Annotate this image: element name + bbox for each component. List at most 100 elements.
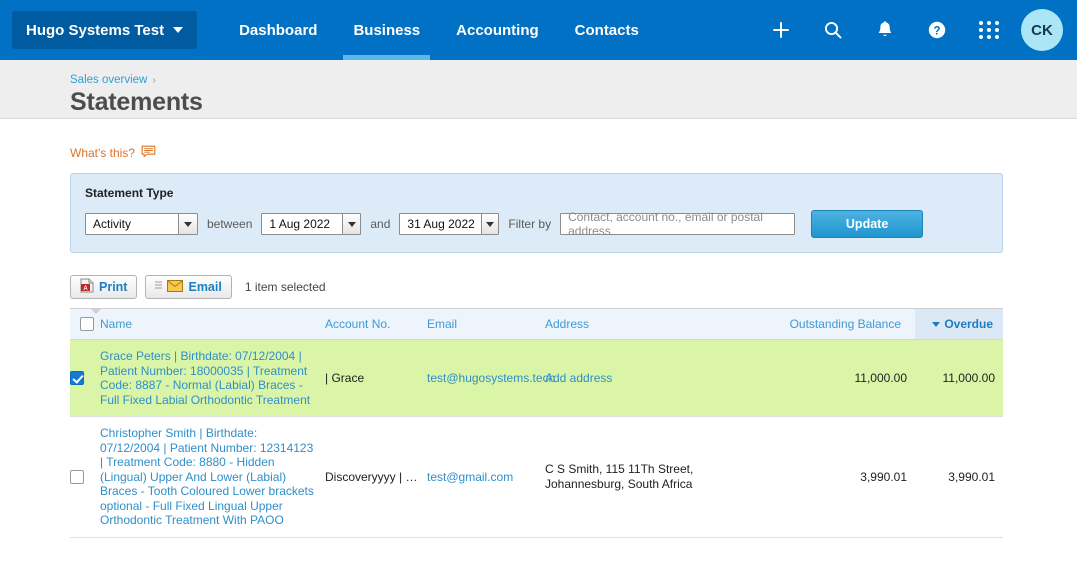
email-label: Email: [188, 280, 221, 294]
whats-this-label: What's this?: [70, 146, 135, 160]
breadcrumb: Sales overview ›: [70, 74, 1077, 86]
cell-email: test@hugosystems.tech: [427, 340, 545, 417]
help-icon[interactable]: ?: [911, 0, 963, 60]
cell-outstanding-balance: 3,990.01: [767, 417, 915, 538]
selection-status: 1 item selected: [245, 280, 326, 294]
search-icon[interactable]: [807, 0, 859, 60]
column-header-email[interactable]: Email: [427, 309, 545, 340]
filter-panel-title: Statement Type: [85, 186, 988, 200]
table-body: Grace Peters | Birthdate: 07/12/2004 | P…: [70, 340, 1003, 538]
nav-label: Business: [353, 22, 420, 39]
column-header-overdue[interactable]: Overdue: [915, 309, 1003, 340]
date-from-select[interactable]: 1 Aug 2022: [261, 213, 361, 235]
email-link[interactable]: test@hugosystems.tech: [427, 371, 555, 385]
column-header-outstanding-balance[interactable]: Outstanding Balance: [767, 309, 915, 340]
table-header-row: Name Account No. Email Address Outstandi…: [70, 309, 1003, 340]
cell-overdue: 3,990.01: [915, 417, 1003, 538]
cell-address: C S Smith, 115 11Th Street, Johannesburg…: [545, 417, 767, 538]
chevron-down-icon[interactable]: [481, 214, 498, 234]
column-label: Email: [427, 317, 457, 331]
row-select-cell: [70, 417, 100, 538]
whats-this-link[interactable]: What's this?: [70, 145, 1077, 161]
list-lines-icon: [155, 280, 162, 295]
row-checkbox[interactable]: [70, 470, 84, 484]
email-button[interactable]: Email: [145, 275, 231, 299]
column-label: Name: [100, 317, 132, 331]
nav-link-contacts[interactable]: Contacts: [557, 0, 657, 60]
date-from-value: 1 Aug 2022: [262, 214, 341, 234]
date-to-select[interactable]: 31 Aug 2022: [399, 213, 499, 235]
svg-text:?: ?: [933, 25, 940, 37]
cell-account-no: Discoveryyyy | 12345...: [325, 417, 427, 538]
sort-desc-icon: [932, 322, 940, 327]
chevron-down-icon: [173, 27, 183, 33]
cell-overdue: 11,000.00: [915, 340, 1003, 417]
email-link[interactable]: test@gmail.com: [427, 470, 513, 484]
filter-search-placeholder: Contact, account no., email or postal ad…: [568, 210, 787, 238]
cell-outstanding-balance: 11,000.00: [767, 340, 915, 417]
date-to-value: 31 Aug 2022: [400, 214, 481, 234]
table-row[interactable]: Grace Peters | Birthdate: 07/12/2004 | P…: [70, 340, 1003, 417]
statements-table: Name Account No. Email Address Outstandi…: [70, 309, 1003, 538]
breadcrumb-separator: ›: [153, 75, 156, 86]
filter-controls-row: Activity between 1 Aug 2022 and 31 Aug 2…: [85, 210, 988, 238]
org-name-label: Hugo Systems Test: [26, 22, 164, 39]
avatar-initials: CK: [1031, 22, 1053, 39]
statement-filter-panel: Statement Type Activity between 1 Aug 20…: [70, 173, 1003, 253]
pdf-icon: A: [80, 278, 94, 296]
nav-link-dashboard[interactable]: Dashboard: [221, 0, 335, 60]
svg-text:A: A: [83, 286, 88, 292]
bell-icon[interactable]: [859, 0, 911, 60]
add-address-link[interactable]: Add address: [545, 371, 612, 385]
row-checkbox[interactable]: [70, 371, 84, 385]
cell-email: test@gmail.com: [427, 417, 545, 538]
print-button[interactable]: A Print: [70, 275, 137, 299]
avatar[interactable]: CK: [1021, 9, 1063, 51]
chevron-down-icon[interactable]: [342, 214, 361, 234]
filter-by-label: Filter by: [508, 217, 551, 231]
cell-account-no: | Grace: [325, 340, 427, 417]
nav-label: Contacts: [575, 22, 639, 39]
navbar-actions: ? CK: [755, 0, 1063, 60]
cell-name: Christopher Smith | Birthdate: 07/12/200…: [100, 417, 325, 538]
statement-type-value: Activity: [86, 214, 178, 234]
contact-name-link[interactable]: Christopher Smith | Birthdate: 07/12/200…: [100, 426, 317, 528]
page-header: Sales overview › Statements: [0, 60, 1077, 119]
column-header-address[interactable]: Address: [545, 309, 767, 340]
column-label: Outstanding Balance: [790, 317, 901, 331]
plus-icon[interactable]: [755, 0, 807, 60]
column-header-account-no[interactable]: Account No.: [325, 309, 427, 340]
table-header: Name Account No. Email Address Outstandi…: [70, 309, 1003, 340]
update-button[interactable]: Update: [811, 210, 923, 238]
select-all-checkbox[interactable]: [80, 317, 94, 331]
apps-grid-icon[interactable]: [963, 0, 1015, 60]
nav-label: Accounting: [456, 22, 539, 39]
between-label: between: [207, 217, 252, 231]
page-content: What's this? Statement Type Activity bet…: [0, 145, 1077, 538]
print-label: Print: [99, 280, 127, 294]
table-row[interactable]: Christopher Smith | Birthdate: 07/12/200…: [70, 417, 1003, 538]
table-toolbar: A Print Email 1 item selected: [70, 275, 1003, 309]
chevron-down-icon[interactable]: [178, 214, 197, 234]
page-title: Statements: [70, 88, 1077, 117]
column-label: Address: [545, 317, 589, 331]
nav-label: Dashboard: [239, 22, 317, 39]
column-label: Overdue: [944, 317, 993, 331]
nav-link-accounting[interactable]: Accounting: [438, 0, 557, 60]
column-label: Account No.: [325, 317, 390, 331]
primary-nav: Dashboard Business Accounting Contacts: [221, 0, 657, 60]
row-select-cell: [70, 340, 100, 417]
breadcrumb-sales-overview[interactable]: Sales overview: [70, 74, 147, 86]
update-label: Update: [846, 217, 888, 231]
contact-name-link[interactable]: Grace Peters | Birthdate: 07/12/2004 | P…: [100, 349, 317, 407]
filter-search-input[interactable]: Contact, account no., email or postal ad…: [560, 213, 795, 235]
org-switcher-button[interactable]: Hugo Systems Test: [12, 11, 197, 49]
column-header-name[interactable]: Name: [100, 309, 325, 340]
and-label: and: [370, 217, 390, 231]
envelope-icon: [167, 280, 183, 295]
cell-name: Grace Peters | Birthdate: 07/12/2004 | P…: [100, 340, 325, 417]
speech-bubble-icon: [141, 145, 156, 161]
nav-link-business[interactable]: Business: [335, 0, 438, 60]
cell-address: Add address: [545, 340, 767, 417]
statement-type-select[interactable]: Activity: [85, 213, 198, 235]
